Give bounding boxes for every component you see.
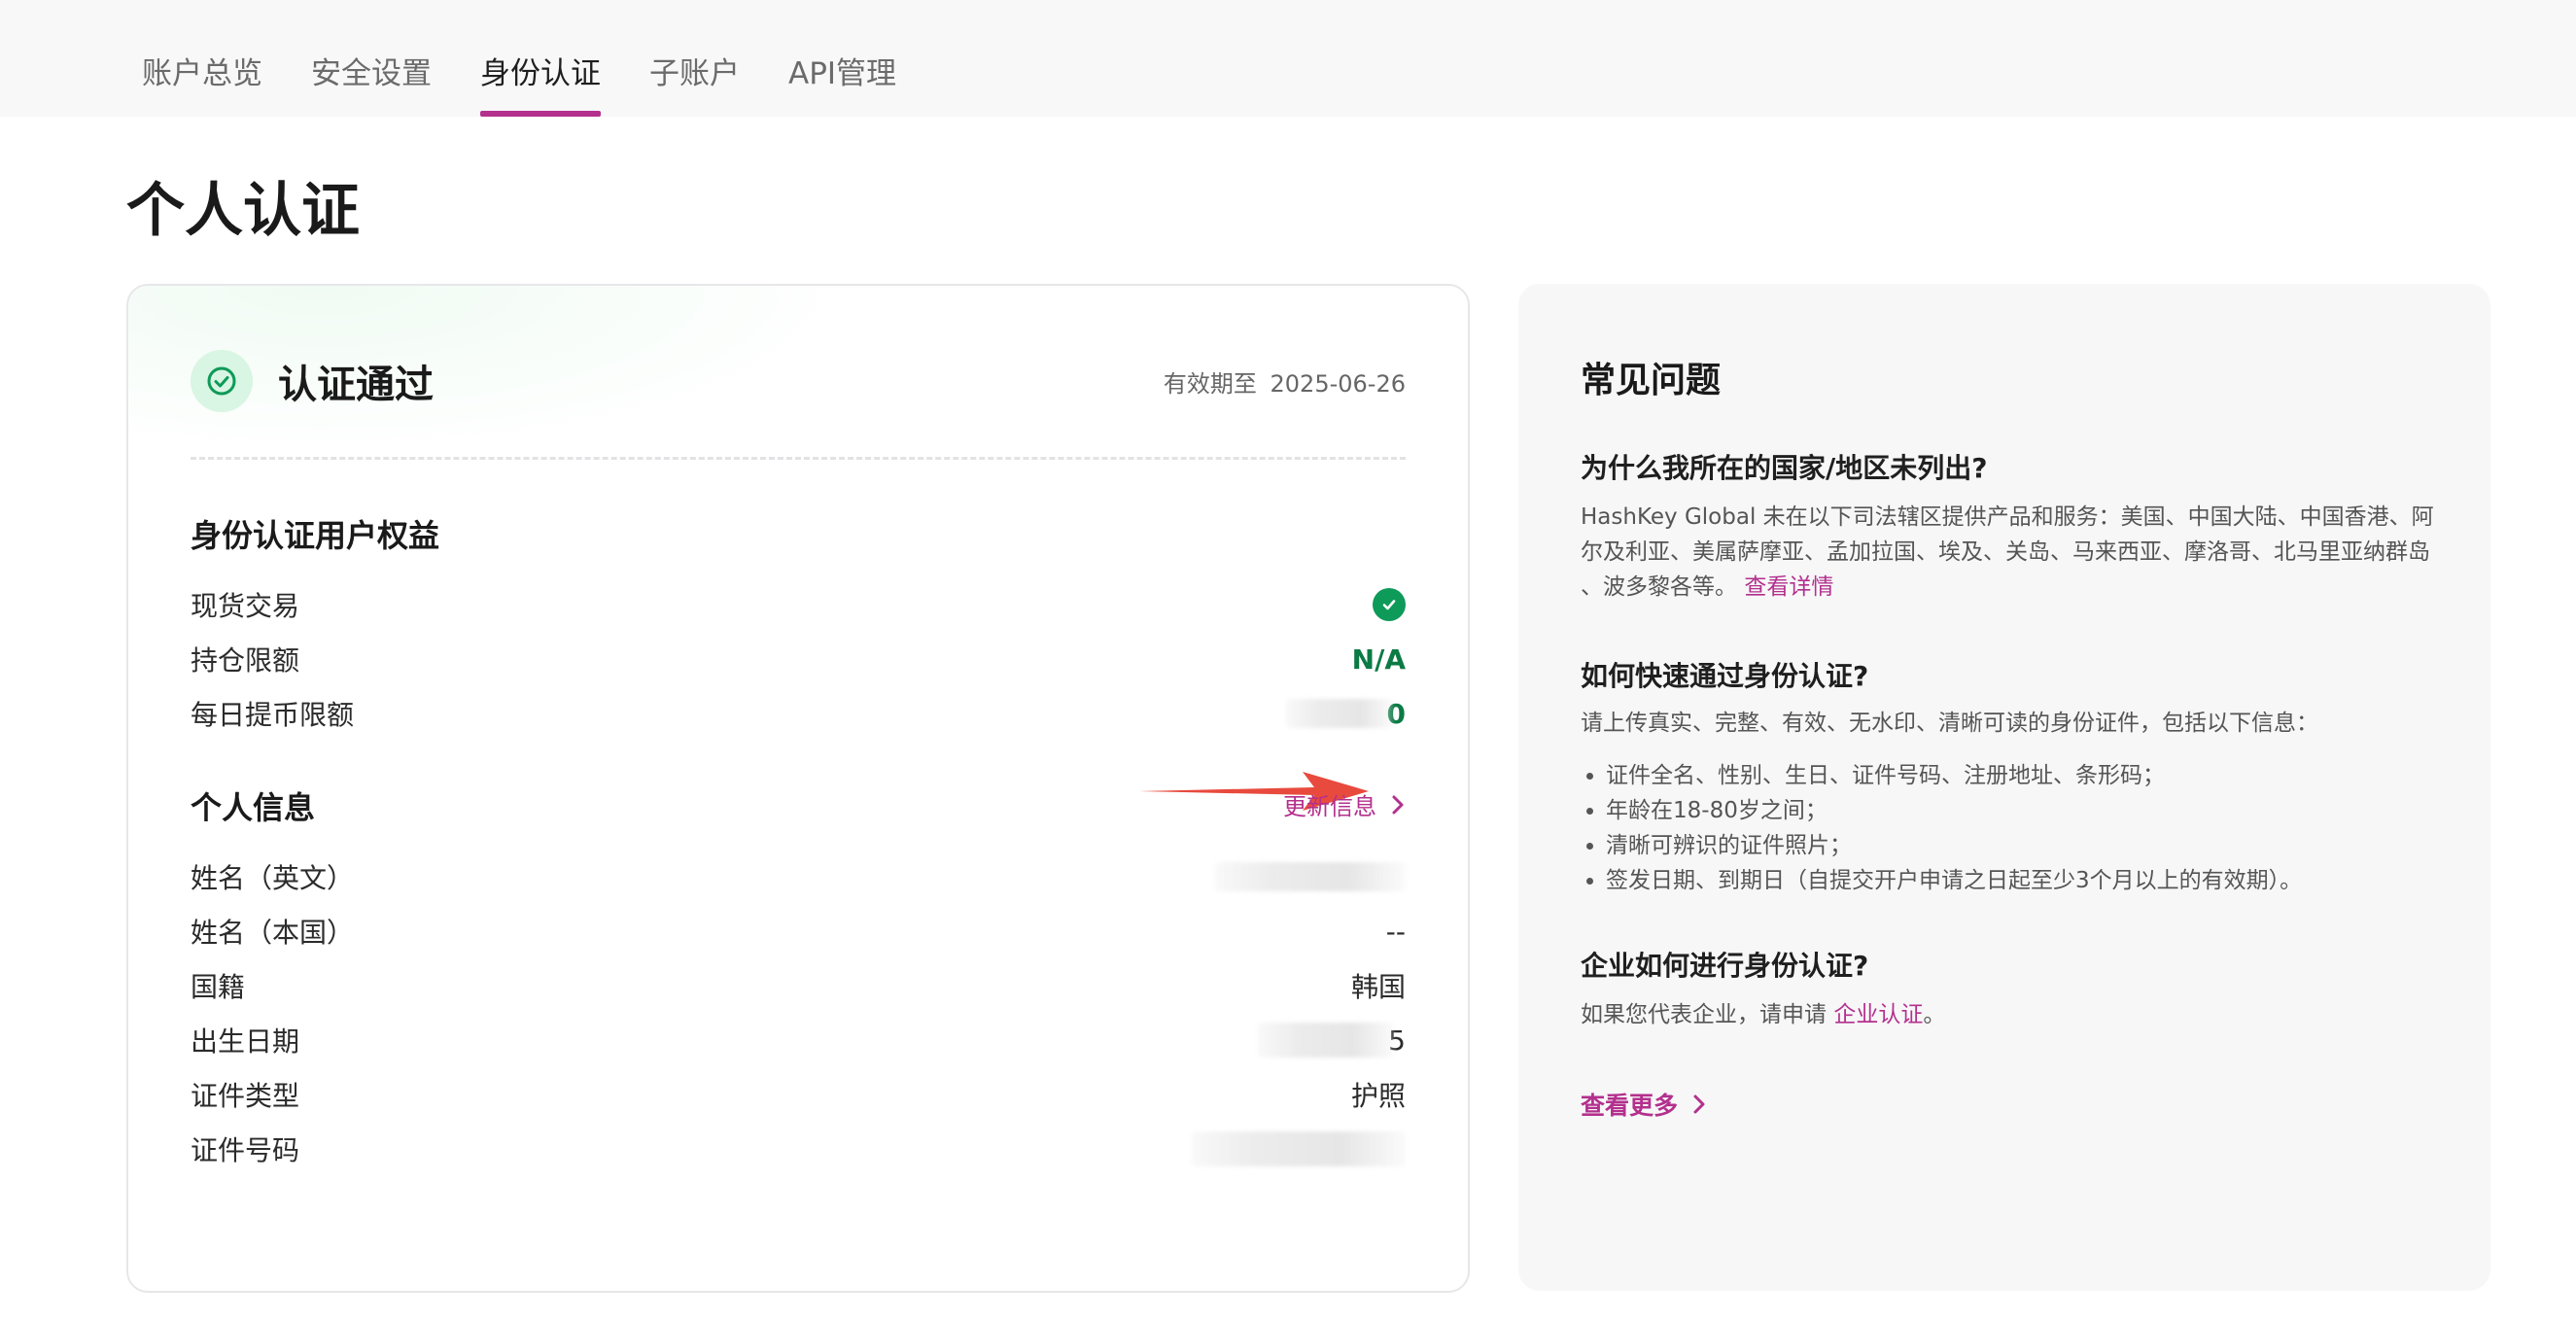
enterprise-verification-link[interactable]: 企业认证 xyxy=(1833,1002,1923,1027)
tab-sub-account[interactable]: 子账户 xyxy=(649,49,740,117)
info-label: 姓名（本国） xyxy=(191,917,355,949)
top-nav-bar: 账户总览 安全设置 身份认证 子账户 API管理 xyxy=(0,0,2576,117)
status-header: 认证通过 有效期至 2025-06-26 xyxy=(191,350,1406,412)
info-label: 姓名（英文） xyxy=(191,862,355,894)
faq-answer-3-text: 如果您代表企业，请申请 xyxy=(1581,1002,1827,1027)
info-label: 证件号码 xyxy=(191,1134,300,1166)
info-row-nationality: 国籍 韩国 xyxy=(191,966,1406,1005)
chevron-right-icon xyxy=(1392,795,1404,814)
info-row-birth-date: 出生日期 5 xyxy=(191,1021,1406,1059)
page-title: 个人认证 xyxy=(126,177,360,245)
faq-answer-2-list: 证件全名、性别、生日、证件号码、注册地址、条形码； 年龄在18-80岁之间； 清… xyxy=(1581,758,2302,898)
info-value: -- xyxy=(1385,915,1406,948)
benefit-label: 现货交易 xyxy=(191,590,300,622)
faq-answer-2: 请上传真实、完整、有效、无水印、清晰可读的身份证件，包括以下信息： xyxy=(1581,711,2318,736)
update-info-link[interactable]: 更新信息 xyxy=(1283,787,1406,821)
personal-info-title: 个人信息 xyxy=(191,789,316,826)
info-label: 证件类型 xyxy=(191,1080,300,1112)
benefit-label: 每日提币限额 xyxy=(191,699,355,731)
tab-api-management[interactable]: API管理 xyxy=(788,49,896,117)
status-title: 认证通过 xyxy=(278,363,434,407)
faq-answer-3: 如果您代表企业，请申请 企业认证。 xyxy=(1581,997,2436,1032)
tab-identity-verification[interactable]: 身份认证 xyxy=(480,49,601,117)
update-info-label: 更新信息 xyxy=(1283,793,1376,820)
info-row-name-native: 姓名（本国） -- xyxy=(191,912,1406,951)
tab-account-overview[interactable]: 账户总览 xyxy=(142,49,262,117)
info-value: 韩国 xyxy=(1350,971,1406,1003)
chevron-right-icon xyxy=(1693,1094,1705,1114)
dashed-divider xyxy=(191,457,1406,460)
info-row-document-type: 证件类型 护照 xyxy=(191,1075,1406,1114)
tab-list: 账户总览 安全设置 身份认证 子账户 API管理 xyxy=(142,49,896,117)
info-label: 国籍 xyxy=(191,971,246,1003)
redacted-value xyxy=(1258,1023,1395,1058)
validity-label: 有效期至 xyxy=(1163,369,1257,398)
redacted-value xyxy=(1285,699,1393,728)
benefit-value: N/A xyxy=(1351,643,1406,676)
faq-question-3: 企业如何进行身份认证? xyxy=(1581,950,1869,982)
verified-icon xyxy=(191,350,253,412)
benefit-row-daily-withdrawal: 每日提币限额 0 xyxy=(191,694,1406,733)
check-circle-icon xyxy=(1373,588,1406,621)
list-item: 年龄在18-80岁之间； xyxy=(1606,793,2302,828)
view-more-label: 查看更多 xyxy=(1581,1092,1679,1120)
benefit-value xyxy=(1373,588,1406,621)
redacted-value xyxy=(1215,862,1406,891)
info-row-document-number: 证件号码 xyxy=(191,1129,1406,1168)
benefit-row-position-limit: 持仓限额 N/A xyxy=(191,640,1406,678)
faq-answer-3-suffix: 。 xyxy=(1923,1002,1946,1027)
faq-answer-1-text: HashKey Global 未在以下司法辖区提供产品和服务：美国、中国大陆、中… xyxy=(1581,504,2434,600)
info-value: 护照 xyxy=(1350,1080,1406,1112)
faq-answer-1: HashKey Global 未在以下司法辖区提供产品和服务：美国、中国大陆、中… xyxy=(1581,500,2436,605)
faq-question-1: 为什么我所在的国家/地区未列出? xyxy=(1581,452,1988,484)
benefits-title: 身份认证用户权益 xyxy=(191,517,440,554)
validity-value: 2025-06-26 xyxy=(1270,369,1406,398)
faq-panel: 常见问题 为什么我所在的国家/地区未列出? HashKey Global 未在以… xyxy=(1518,284,2490,1291)
info-value: 5 xyxy=(1258,1023,1406,1058)
view-details-link[interactable]: 查看详情 xyxy=(1744,574,1833,600)
info-label: 出生日期 xyxy=(191,1025,300,1058)
benefit-row-spot-trading: 现货交易 xyxy=(191,585,1406,624)
validity-date: 有效期至 2025-06-26 xyxy=(1158,365,1406,399)
verification-card: 认证通过 有效期至 2025-06-26 身份认证用户权益 现货交易 持仓限额 … xyxy=(126,284,1470,1293)
list-item: 清晰可辨识的证件照片； xyxy=(1606,828,2302,863)
list-item: 签发日期、到期日（自提交开户申请之日起至少3个月以上的有效期）。 xyxy=(1606,863,2302,898)
view-more-link[interactable]: 查看更多 xyxy=(1581,1087,1707,1122)
list-item: 证件全名、性别、生日、证件号码、注册地址、条形码； xyxy=(1606,758,2302,793)
tab-security-settings[interactable]: 安全设置 xyxy=(311,49,432,117)
benefit-label: 持仓限额 xyxy=(191,644,300,677)
info-row-name-english: 姓名（英文） xyxy=(191,857,1406,896)
info-value xyxy=(1215,862,1406,891)
redacted-value xyxy=(1192,1131,1406,1166)
info-value xyxy=(1192,1131,1406,1166)
faq-title: 常见问题 xyxy=(1581,361,1722,400)
benefit-value: 0 xyxy=(1285,698,1406,730)
faq-question-2: 如何快速通过身份认证? xyxy=(1581,660,1869,692)
